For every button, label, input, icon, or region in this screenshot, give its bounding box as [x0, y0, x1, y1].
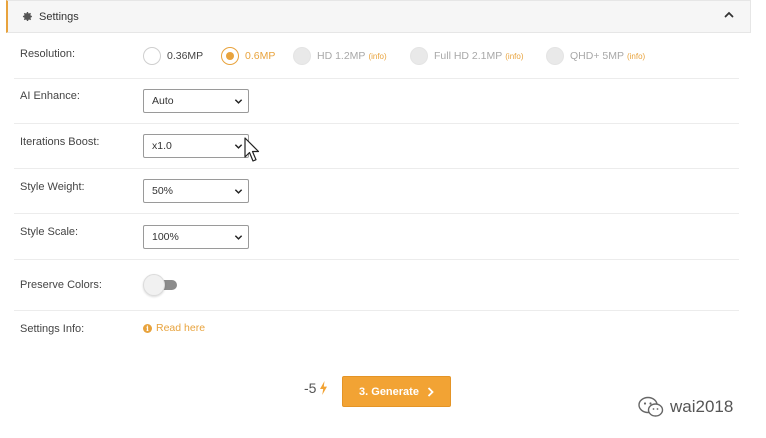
preserve-colors-label: Preserve Colors: — [20, 279, 102, 291]
preserve-colors-row: Preserve Colors: — [14, 260, 739, 311]
settings-info-row: Settings Info: i Read here — [14, 311, 739, 347]
mouse-cursor-icon — [244, 137, 260, 162]
generate-button-label: 3. Generate — [359, 385, 419, 398]
info-tag[interactable]: (info) — [368, 52, 386, 61]
resolution-option-0-36mp[interactable]: 0.36MP — [143, 47, 221, 65]
chevron-down-icon — [234, 235, 243, 240]
resolution-option-qhd[interactable]: QHD+ 5MP (info) — [546, 47, 645, 65]
radio-button-disabled[interactable] — [546, 47, 564, 65]
info-icon: i — [143, 323, 152, 333]
generate-button[interactable]: 3. Generate — [342, 376, 451, 407]
resolution-option-full-hd[interactable]: Full HD 2.1MP (info) — [410, 47, 546, 65]
chat-bubbles-icon — [638, 396, 664, 417]
style-scale-row: Style Scale: 100% — [14, 214, 739, 260]
select-value: 100% — [152, 231, 179, 243]
watermark-text: wai2018 — [670, 397, 734, 416]
watermark: wai2018 — [638, 396, 733, 418]
settings-panel-header[interactable]: Settings — [6, 0, 751, 33]
radio-label: 0.36MP — [167, 50, 204, 62]
radio-button-disabled[interactable] — [410, 47, 428, 65]
read-here-text: Read here — [156, 322, 206, 334]
ai-enhance-label: AI Enhance: — [20, 90, 80, 102]
chevron-right-icon — [427, 386, 434, 397]
style-scale-select[interactable]: 100% — [143, 225, 249, 249]
iterations-boost-row: Iterations Boost: x1.0 — [14, 124, 739, 169]
select-value: 50% — [152, 185, 174, 197]
style-weight-row: Style Weight: 50% — [14, 169, 739, 214]
radio-label: 0.6MP — [245, 50, 276, 62]
radio-label: HD 1.2MP — [317, 50, 366, 62]
chevron-down-icon — [234, 144, 243, 149]
radio-button[interactable] — [143, 47, 161, 65]
info-tag[interactable]: (info) — [505, 52, 523, 61]
radio-button-disabled[interactable] — [293, 47, 311, 65]
resolution-option-0-6mp[interactable]: 0.6MP — [221, 47, 293, 65]
resolution-radio-group: 0.36MP 0.6MP HD 1.2MP (info) Full HD 2.1… — [143, 34, 645, 78]
resolution-option-hd[interactable]: HD 1.2MP (info) — [293, 47, 410, 65]
select-value: x1.0 — [152, 140, 172, 152]
radio-label: QHD+ 5MP — [570, 50, 624, 62]
iterations-boost-label: Iterations Boost: — [20, 136, 100, 148]
credit-cost: -5 — [304, 380, 328, 396]
chevron-down-icon — [234, 99, 243, 104]
chevron-down-icon — [234, 189, 243, 194]
gear-icon — [22, 11, 32, 22]
toggle-knob — [143, 274, 165, 296]
resolution-row: Resolution: 0.36MP 0.6MP HD 1.2MP (info)… — [14, 34, 739, 79]
preserve-colors-toggle[interactable] — [143, 274, 179, 296]
style-weight-label: Style Weight: — [20, 181, 85, 193]
radio-button-selected[interactable] — [221, 47, 239, 65]
ai-enhance-row: AI Enhance: Auto — [14, 79, 739, 124]
resolution-label: Resolution: — [20, 48, 76, 60]
read-here-link[interactable]: i Read here — [143, 322, 205, 334]
panel-title: Settings — [39, 10, 79, 23]
iterations-boost-select[interactable]: x1.0 — [143, 134, 249, 158]
settings-info-label: Settings Info: — [20, 323, 85, 335]
lightning-bolt-icon — [320, 381, 328, 395]
radio-label: Full HD 2.1MP — [434, 50, 503, 62]
credit-cost-value: -5 — [304, 380, 317, 396]
info-tag[interactable]: (info) — [627, 52, 645, 61]
style-weight-select[interactable]: 50% — [143, 179, 249, 203]
ai-enhance-select[interactable]: Auto — [143, 89, 249, 113]
chevron-up-icon[interactable] — [722, 8, 736, 22]
style-scale-label: Style Scale: — [20, 226, 79, 238]
select-value: Auto — [152, 95, 174, 107]
